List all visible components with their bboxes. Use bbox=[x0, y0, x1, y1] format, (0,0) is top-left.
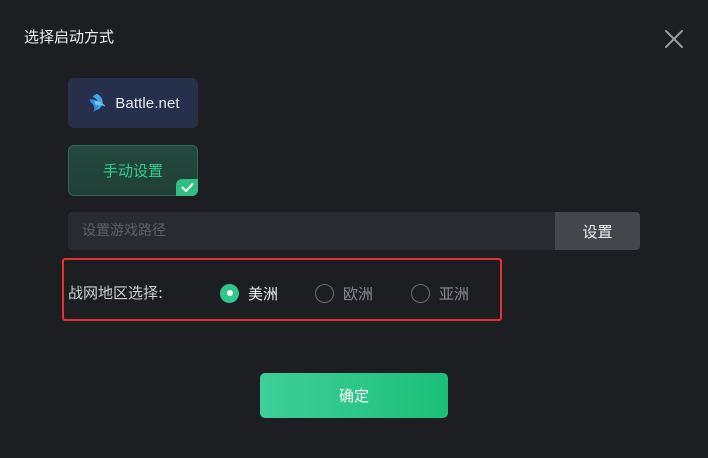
close-icon bbox=[665, 30, 683, 48]
battlenet-option[interactable]: Battle.net bbox=[68, 78, 198, 128]
region-radio-label: 亚洲 bbox=[439, 284, 470, 303]
region-radio-label: 美洲 bbox=[248, 284, 279, 303]
manual-setup-option[interactable]: 手动设置 bbox=[68, 145, 198, 196]
region-radio-america[interactable]: 美洲 bbox=[220, 283, 278, 303]
close-button[interactable] bbox=[662, 27, 686, 51]
game-path-input[interactable] bbox=[68, 212, 555, 250]
radio-unselected-icon bbox=[411, 283, 430, 303]
battlenet-logo-icon bbox=[89, 93, 106, 113]
radio-selected-icon bbox=[220, 283, 239, 303]
confirm-button[interactable]: 确定 bbox=[260, 373, 448, 418]
selected-badge bbox=[176, 179, 198, 196]
set-path-button[interactable]: 设置 bbox=[555, 212, 640, 250]
dialog-title: 选择启动方式 bbox=[24, 28, 115, 46]
radio-unselected-icon bbox=[315, 283, 334, 303]
manual-setup-label: 手动设置 bbox=[102, 162, 163, 180]
game-path-row: 设置 bbox=[68, 212, 640, 250]
region-radio-label: 欧洲 bbox=[343, 284, 374, 303]
battlenet-label: Battle.net bbox=[115, 94, 180, 112]
region-radio-europe[interactable]: 欧洲 bbox=[315, 283, 373, 303]
region-radio-asia[interactable]: 亚洲 bbox=[411, 283, 469, 303]
checkmark-icon bbox=[181, 183, 193, 192]
region-label: 战网地区选择: bbox=[68, 284, 164, 302]
